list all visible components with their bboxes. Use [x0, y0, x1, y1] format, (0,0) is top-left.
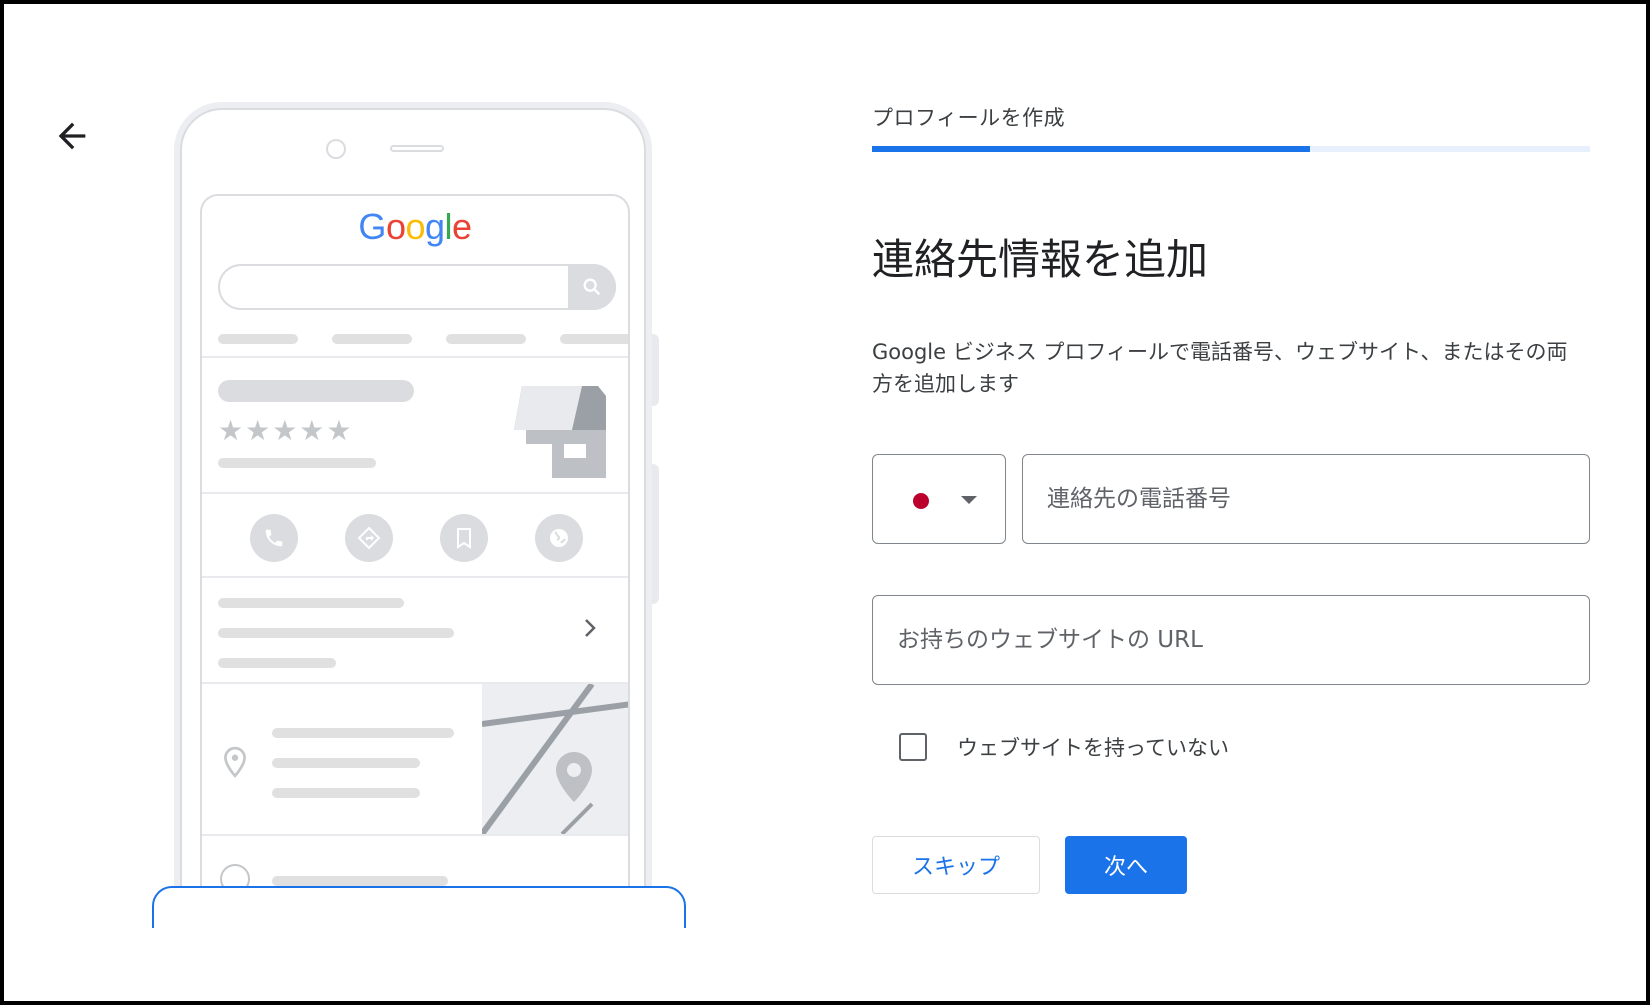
page-title: 連絡先情報を追加	[872, 235, 1209, 284]
progress-bar-fill	[872, 146, 1310, 152]
no-website-label: ウェブサイトを持っていない	[957, 736, 1229, 760]
progress-bar	[872, 146, 1590, 152]
rating-stars-icon: ★★★★★	[218, 414, 354, 447]
phone-number-input[interactable]	[1022, 454, 1590, 544]
location-pin-icon	[222, 746, 248, 782]
phone-side-button	[652, 464, 659, 604]
phone-speaker	[390, 145, 444, 152]
chevron-right-icon	[582, 616, 598, 644]
website-url-input[interactable]	[872, 595, 1590, 685]
map-thumbnail	[482, 684, 628, 834]
next-button[interactable]: 次へ	[1065, 836, 1187, 894]
phone-side-button	[652, 334, 659, 406]
page: Google ★★★★★ プロフィールを作成 連絡先情報を追加 Google ビ…	[4, 4, 1646, 1001]
phone-call-icon	[250, 514, 298, 562]
phone-screen: Google ★★★★★	[200, 194, 630, 954]
dropdown-arrow-icon	[961, 496, 977, 504]
step-label: プロフィールを作成	[872, 106, 1066, 130]
skip-button[interactable]: スキップ	[872, 836, 1040, 894]
page-description: Google ビジネス プロフィールで電話番号、ウェブサイト、またはその両方を追…	[872, 340, 1568, 396]
directions-icon	[345, 514, 393, 562]
no-website-checkbox[interactable]	[899, 733, 927, 761]
bookmark-icon	[440, 514, 488, 562]
phone-camera-icon	[326, 139, 346, 159]
back-arrow-icon[interactable]	[52, 116, 92, 156]
country-code-select[interactable]	[872, 454, 1006, 544]
japan-flag-icon	[913, 493, 929, 509]
google-logo: Google	[358, 206, 472, 247]
search-icon	[568, 264, 616, 310]
illustration-search-bar	[218, 264, 616, 310]
globe-icon	[535, 514, 583, 562]
storefront-icon	[512, 386, 608, 482]
